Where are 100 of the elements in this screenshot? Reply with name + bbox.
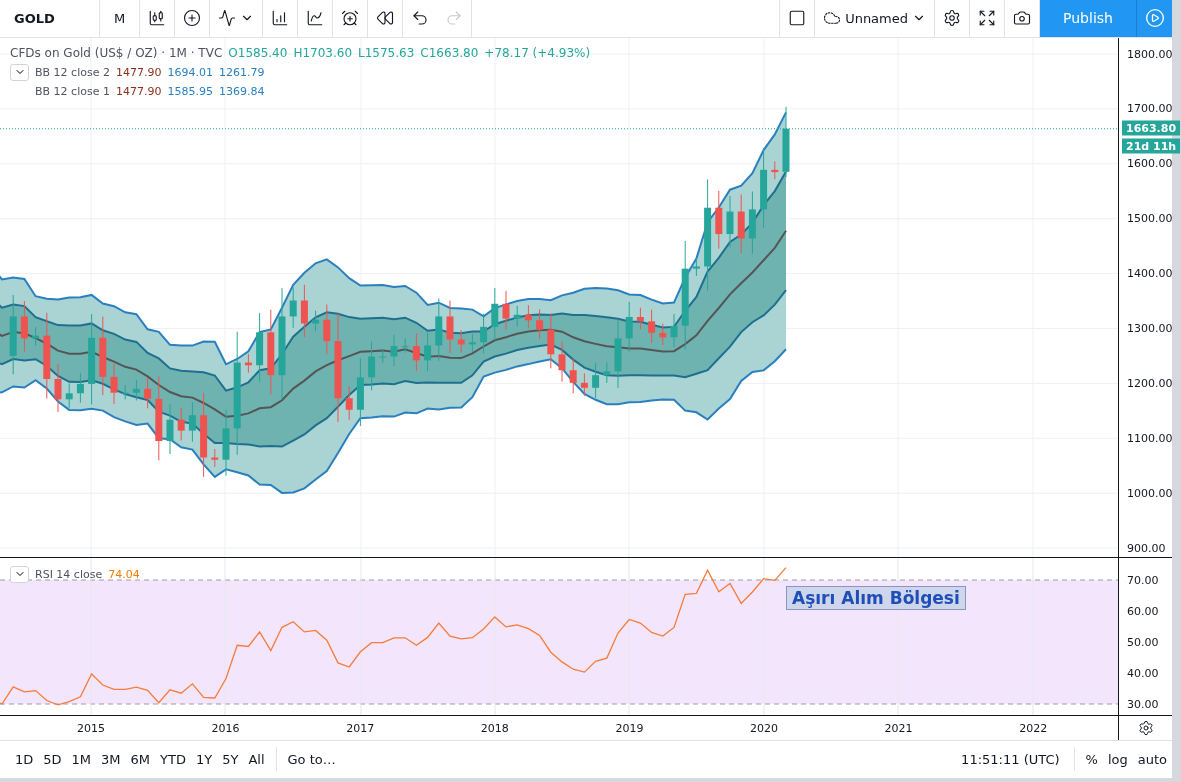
candle bbox=[20, 300, 28, 352]
candle bbox=[412, 332, 420, 372]
indicator-value: 1477.90 bbox=[115, 65, 162, 79]
candle bbox=[659, 322, 667, 346]
range-button[interactable]: 3M bbox=[96, 751, 126, 767]
candle bbox=[222, 408, 230, 476]
rsi-label: 30.00 bbox=[1127, 697, 1159, 710]
wave-icon bbox=[218, 9, 236, 28]
candle bbox=[110, 362, 118, 405]
candle bbox=[379, 347, 387, 364]
candle bbox=[368, 340, 376, 391]
candle bbox=[312, 309, 320, 332]
candle bbox=[636, 306, 644, 330]
candle bbox=[256, 312, 264, 382]
candle bbox=[424, 331, 432, 372]
candle bbox=[54, 363, 62, 412]
price-label: 1000.00 bbox=[1127, 486, 1173, 500]
candle bbox=[614, 318, 622, 388]
settings-icon[interactable] bbox=[1137, 719, 1154, 736]
candle bbox=[648, 308, 656, 343]
rsi-label: 70.00 bbox=[1127, 573, 1159, 586]
scale-option[interactable]: auto bbox=[1132, 751, 1172, 767]
indicator-value: 1694.01 bbox=[167, 65, 213, 79]
indicator-value: 1477.90 bbox=[115, 84, 162, 98]
candle bbox=[435, 297, 443, 361]
range-button[interactable]: 1M bbox=[66, 751, 97, 767]
rsi-label: 40.00 bbox=[1127, 666, 1159, 679]
range-button[interactable]: 6M bbox=[125, 751, 156, 767]
chart-annotation: Aşırı Alım Bölgesi bbox=[786, 585, 966, 610]
range-button[interactable]: 5D bbox=[38, 751, 67, 767]
ohlc-value: O1585.40 bbox=[228, 45, 288, 60]
range-button[interactable]: 5Y bbox=[217, 751, 244, 767]
price-label: 1800.00 bbox=[1127, 47, 1173, 60]
price-label: 1300.00 bbox=[1127, 321, 1173, 335]
candle bbox=[771, 160, 779, 180]
rsi-label: 50.00 bbox=[1127, 635, 1159, 648]
candle bbox=[603, 361, 611, 383]
countdown-badge: 21d 11h bbox=[1122, 138, 1181, 154]
square-icon[interactable] bbox=[779, 0, 816, 37]
candle bbox=[715, 189, 723, 249]
year-label: 2017 bbox=[346, 721, 375, 735]
candle bbox=[468, 332, 476, 352]
candle bbox=[625, 300, 633, 352]
year-label: 2020 bbox=[750, 721, 778, 735]
candle bbox=[737, 193, 745, 254]
price-label: 1700.00 bbox=[1127, 101, 1173, 115]
year-label: 2021 bbox=[884, 721, 913, 735]
candle bbox=[300, 283, 308, 338]
range-button[interactable]: 1D bbox=[10, 751, 39, 767]
candle bbox=[32, 326, 40, 346]
candle bbox=[121, 384, 129, 400]
indicator-label: BB 12 close 1 bbox=[35, 84, 110, 98]
play-icon[interactable] bbox=[1136, 0, 1172, 37]
indicator-label: BB 12 close 2 bbox=[35, 65, 110, 79]
candle bbox=[244, 352, 252, 373]
candle bbox=[144, 376, 152, 409]
indicator-value: 1369.84 bbox=[218, 84, 265, 98]
year-label: 2022 bbox=[1019, 721, 1048, 735]
price-label: 1500.00 bbox=[1127, 211, 1173, 225]
ohlc-value: C1663.80 bbox=[420, 45, 479, 60]
candle bbox=[132, 378, 140, 401]
range-button[interactable]: 1Y bbox=[190, 751, 218, 767]
candle bbox=[726, 195, 734, 248]
candle bbox=[692, 257, 700, 276]
scale-option[interactable]: % bbox=[1080, 751, 1103, 767]
collapse-button[interactable] bbox=[10, 63, 29, 81]
candle bbox=[592, 362, 600, 399]
candle bbox=[569, 357, 577, 394]
ohlc-value: L1575.63 bbox=[358, 45, 415, 60]
symbol-title: CFDs on Gold (US$ / OZ) · 1M · TVC bbox=[10, 45, 223, 60]
candle bbox=[211, 448, 219, 467]
price-label: 1100.00 bbox=[1127, 431, 1173, 445]
go-to-button[interactable]: Go to… bbox=[282, 751, 341, 767]
range-button[interactable]: All bbox=[243, 751, 270, 767]
price-label: 900.00 bbox=[1127, 541, 1166, 555]
ohlc-value: H1703.60 bbox=[293, 45, 353, 60]
price-label: 1600.00 bbox=[1127, 156, 1173, 170]
candle bbox=[390, 333, 398, 367]
candle bbox=[748, 190, 756, 254]
candle bbox=[188, 401, 196, 442]
range-button[interactable]: YTD bbox=[155, 751, 191, 767]
rsi-label: 60.00 bbox=[1127, 604, 1159, 617]
candle bbox=[345, 385, 353, 420]
scale-option[interactable]: log bbox=[1102, 751, 1133, 767]
candle bbox=[446, 299, 454, 353]
indicator-label: RSI 14 close bbox=[35, 567, 103, 581]
candle bbox=[513, 304, 521, 327]
candle bbox=[166, 403, 174, 455]
rsi-value: 74.04 bbox=[108, 567, 140, 581]
candle bbox=[502, 289, 510, 330]
year-label: 2015 bbox=[77, 721, 105, 735]
year-label: 2019 bbox=[615, 721, 644, 735]
last-price-badge: 1663.80 bbox=[1122, 120, 1181, 136]
candle bbox=[547, 312, 555, 369]
candle bbox=[401, 337, 409, 353]
candle bbox=[289, 286, 297, 328]
candle bbox=[457, 329, 465, 353]
collapse-button[interactable] bbox=[10, 565, 29, 583]
year-label: 2016 bbox=[211, 721, 240, 735]
price-label: 1400.00 bbox=[1127, 266, 1173, 280]
